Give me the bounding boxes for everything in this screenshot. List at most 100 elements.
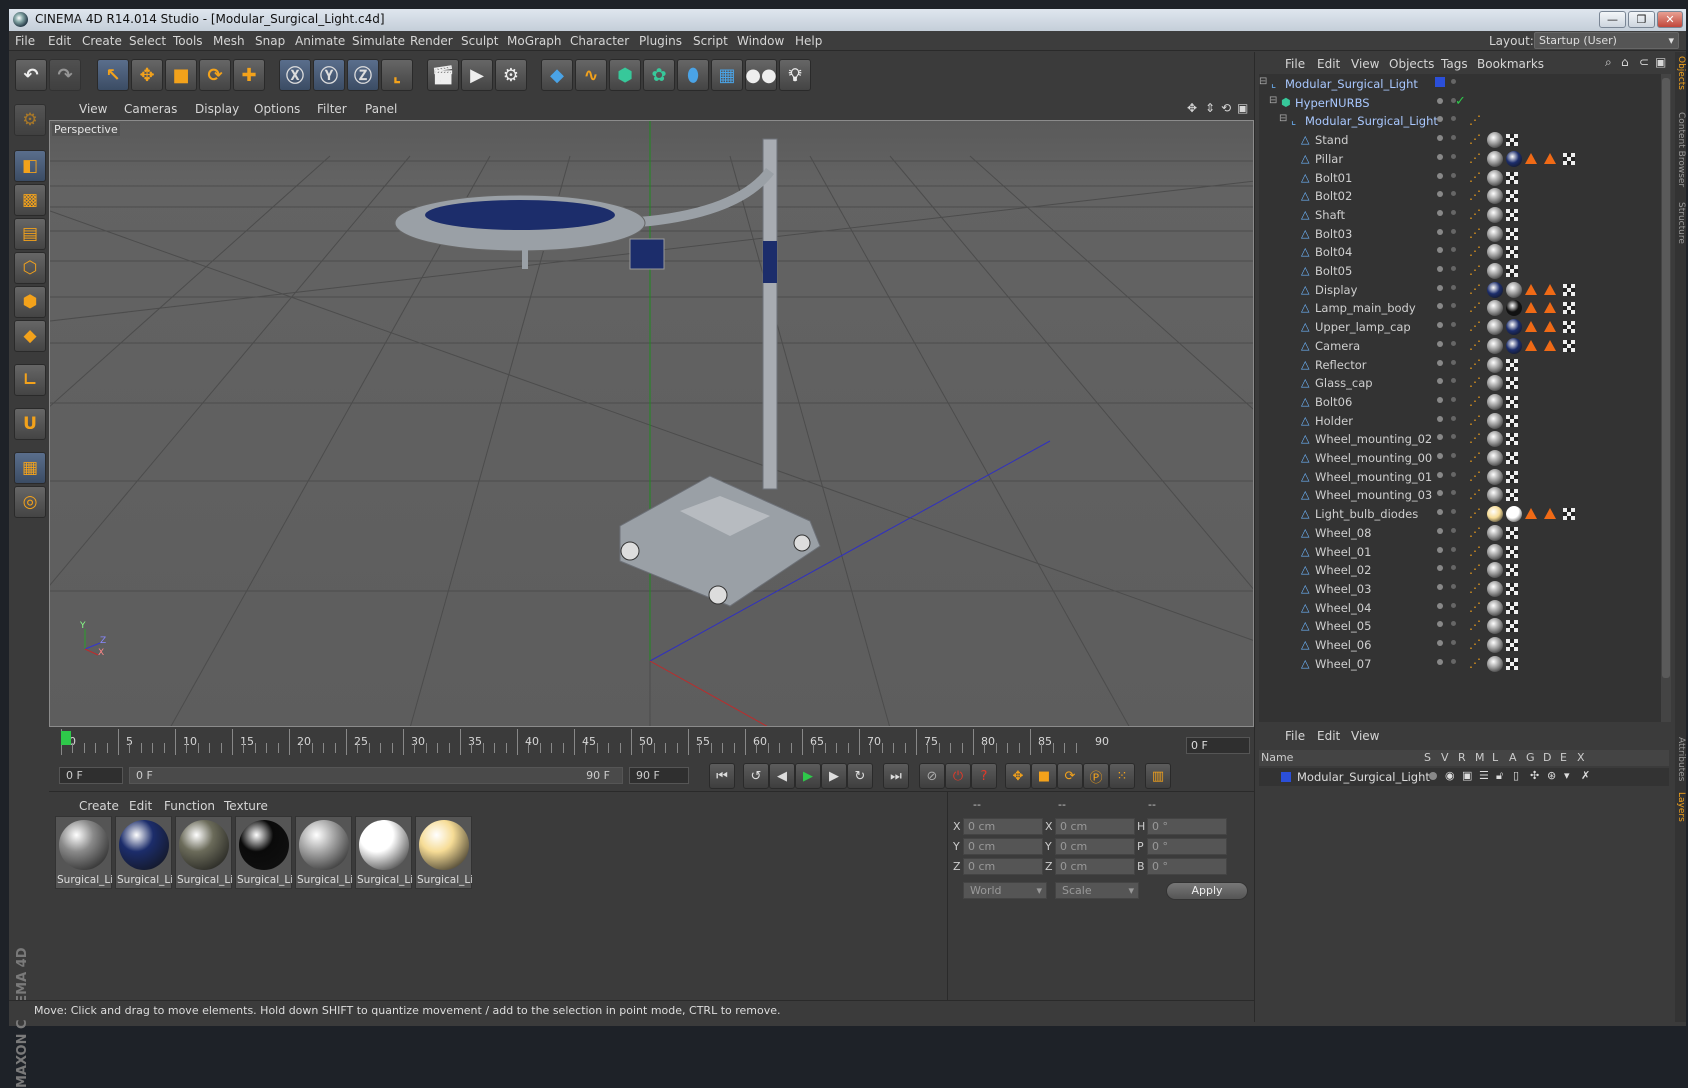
add-floor-button[interactable]: ▦ — [711, 59, 743, 91]
render-visibility-dot[interactable] — [1451, 116, 1456, 122]
search-icon[interactable]: ⌕ — [1605, 55, 1612, 70]
object-row[interactable]: △ Display ⋰ — [1259, 280, 1661, 300]
edges-mode-button[interactable]: ⬢ — [14, 286, 46, 318]
object-name[interactable]: Wheel_mounting_03 — [1315, 488, 1432, 502]
editor-visibility-dot[interactable] — [1437, 247, 1443, 254]
enabled-check-icon[interactable]: ✓ — [1455, 94, 1466, 109]
render-visibility-dot[interactable] — [1451, 340, 1456, 346]
warning-tag-icon[interactable] — [1525, 152, 1537, 164]
undo-button[interactable]: ↶ — [15, 59, 47, 91]
home-icon[interactable]: ⌂ — [1621, 55, 1629, 69]
uvw-tag-icon[interactable] — [1506, 545, 1518, 558]
render-visibility-dot[interactable] — [1451, 247, 1456, 253]
editor-visibility-dot[interactable] — [1437, 434, 1443, 441]
render-visibility-dot[interactable] — [1451, 266, 1456, 271]
menu-sculpt[interactable]: Sculpt — [461, 34, 498, 48]
render-visibility-dot[interactable] — [1451, 79, 1456, 84]
phong-tag-icon[interactable]: ⋰ — [1469, 656, 1483, 672]
obj-menu-tags[interactable]: Tags — [1441, 57, 1468, 71]
uvw-tag-icon[interactable] — [1506, 433, 1518, 446]
material-tag-icon[interactable] — [1487, 244, 1503, 261]
uvw-tag-icon[interactable] — [1506, 171, 1518, 184]
timeline-ruler[interactable]: 0 5 10 15 20 25 30 35 40 45 50 55 60 65 70 75 80 85 90 0 F — [49, 727, 1254, 759]
layout-select[interactable]: Startup (User) ▾ — [1534, 32, 1679, 49]
editor-visibility-dot[interactable] — [1437, 602, 1443, 609]
coordinate-system-button[interactable]: ⌞ — [381, 59, 413, 91]
layer-row[interactable]: Modular_Surgical_Light ◉ ▣ ☰ 🔓︎ ▯ ✣ ⊛ ▾ … — [1259, 768, 1669, 786]
material-swatch[interactable]: Surgical_Li — [115, 816, 172, 889]
next-frame-button[interactable]: ▶ — [821, 763, 847, 789]
object-row[interactable]: △ Bolt01 ⋰ — [1259, 168, 1661, 188]
material-menu-create[interactable]: Create — [79, 799, 119, 813]
uvw-tag-icon[interactable] — [1506, 582, 1518, 595]
editor-visibility-dot[interactable] — [1437, 658, 1443, 665]
material-tag-icon[interactable] — [1487, 450, 1503, 466]
editor-visibility-dot[interactable] — [1437, 303, 1443, 310]
object-row[interactable]: △ Light_bulb_diodes ⋰ — [1259, 504, 1661, 524]
viewport-move-icon[interactable]: ✥ — [1187, 101, 1197, 115]
menu-plugins[interactable]: Plugins — [639, 34, 682, 48]
playhead-marker[interactable] — [61, 731, 71, 745]
menu-character[interactable]: Character — [570, 34, 629, 48]
uvw-tag-icon[interactable] — [1563, 152, 1575, 165]
material-tag-icon[interactable] — [1487, 300, 1503, 317]
uvw-tag-icon[interactable] — [1506, 190, 1518, 203]
editor-visibility-dot[interactable] — [1437, 396, 1443, 403]
add-array-button[interactable]: ✿ — [643, 59, 675, 91]
render-visibility-dot[interactable] — [1451, 658, 1456, 664]
render-visibility-dot[interactable] — [1451, 490, 1456, 496]
move-tool-button[interactable]: ✥ — [131, 59, 163, 91]
material-tag-icon[interactable] — [1506, 319, 1522, 336]
render-visibility-dot[interactable] — [1451, 453, 1456, 458]
phong-tag-icon[interactable]: ⋰ — [1469, 300, 1483, 316]
object-name[interactable]: Modular_Surgical_Light — [1285, 77, 1418, 91]
render-visibility-dot[interactable] — [1451, 471, 1456, 477]
viewport-rotate-icon[interactable]: ⟲ — [1221, 101, 1231, 115]
editor-visibility-dot[interactable] — [1437, 153, 1443, 160]
editor-visibility-dot[interactable] — [1437, 640, 1443, 646]
preview-range-slider[interactable]: 0 F 90 F — [129, 767, 623, 784]
material-tag-icon[interactable] — [1487, 375, 1503, 392]
play-button[interactable]: ▶ — [795, 763, 821, 789]
uvw-tag-icon[interactable] — [1506, 246, 1518, 259]
material-tag-icon[interactable] — [1487, 393, 1503, 410]
render-visibility-dot[interactable] — [1451, 565, 1456, 571]
tab-attributes[interactable]: Attributes — [1675, 737, 1686, 781]
material-tag-icon[interactable] — [1487, 506, 1503, 523]
layer-manager-icon[interactable]: ☰ — [1479, 769, 1489, 782]
object-name[interactable]: Holder — [1315, 414, 1353, 428]
uvw-tag-icon[interactable] — [1563, 283, 1575, 296]
editor-visibility-dot[interactable] — [1437, 266, 1443, 272]
viewport-camera-label[interactable]: Perspective — [52, 123, 120, 136]
warning-tag-icon[interactable] — [1525, 283, 1537, 295]
viewport-menu-cameras[interactable]: Cameras — [124, 102, 177, 116]
phong-tag-icon[interactable]: ⋰ — [1469, 525, 1483, 541]
layer-col-render[interactable]: R — [1458, 751, 1466, 764]
size-y-field[interactable]: 0 cm — [1055, 838, 1135, 855]
warning-tag-icon[interactable] — [1525, 321, 1537, 333]
render-visibility-dot[interactable] — [1451, 209, 1456, 215]
goto-start-button[interactable]: ⏮ — [709, 763, 735, 789]
render-picture-viewer-button[interactable]: ▶ — [461, 59, 493, 91]
material-tag-icon[interactable] — [1487, 468, 1503, 485]
start-frame-field[interactable]: 0 F — [59, 767, 123, 784]
obj-menu-edit[interactable]: Edit — [1317, 57, 1340, 71]
phong-tag-icon[interactable]: ⋰ — [1469, 357, 1483, 373]
uvw-tag-icon[interactable] — [1563, 302, 1575, 315]
object-name[interactable]: Upper_lamp_cap — [1315, 320, 1411, 334]
uvw-tag-icon[interactable] — [1506, 452, 1518, 464]
warning-tag-icon[interactable] — [1544, 283, 1556, 295]
phong-tag-icon[interactable]: ⋰ — [1469, 450, 1483, 466]
editor-visibility-dot[interactable] — [1437, 546, 1443, 553]
rotate-tool-button[interactable]: ⟳ — [199, 59, 231, 91]
layer-col-locked[interactable]: L — [1492, 751, 1498, 764]
render-visibility-dot[interactable] — [1451, 640, 1456, 645]
snap-button[interactable]: ▦ — [14, 452, 46, 484]
object-name[interactable]: Wheel_mounting_01 — [1315, 470, 1432, 484]
object-row[interactable]: △ Upper_lamp_cap ⋰ — [1259, 317, 1661, 337]
warning-tag-icon[interactable] — [1544, 321, 1556, 333]
y-axis-lock-button[interactable]: Ⓨ — [313, 59, 345, 91]
phong-tag-icon[interactable]: ⋰ — [1469, 244, 1483, 260]
previous-key-button[interactable]: ↺ — [743, 763, 769, 789]
layer-col-generators[interactable]: G — [1526, 751, 1535, 764]
